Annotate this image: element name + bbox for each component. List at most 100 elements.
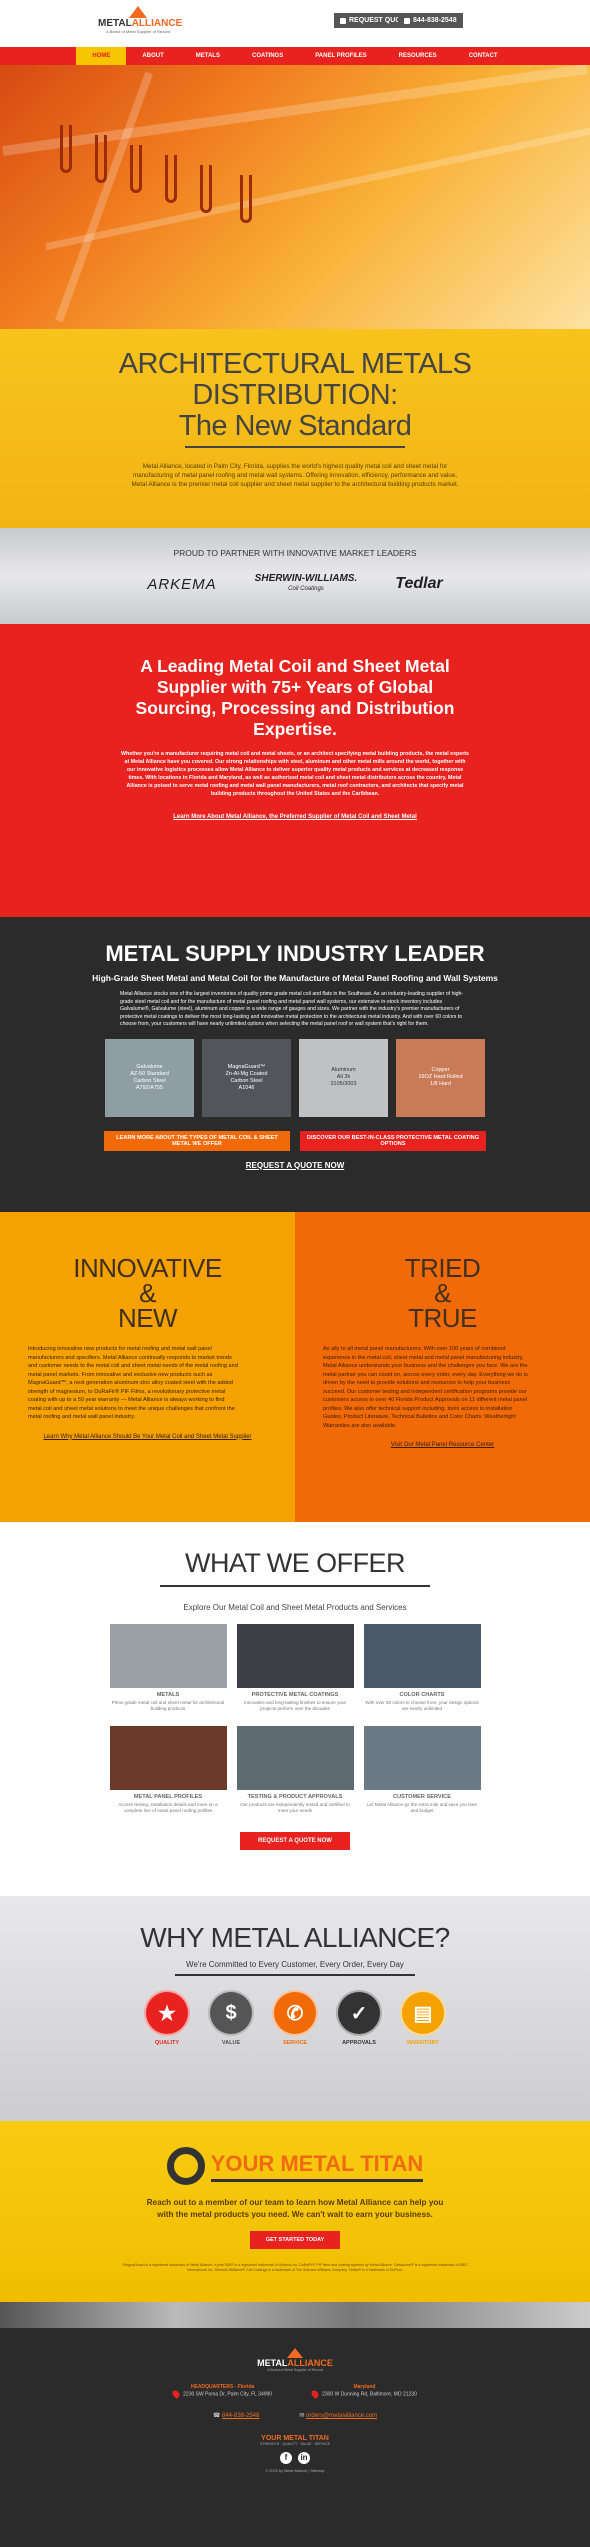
- footer-flame-icon: [287, 2348, 303, 2358]
- metal-swatch[interactable]: Aluminum All 3k 3105/3003: [299, 1038, 388, 1117]
- footer-phone[interactable]: ☎ 844-838-2548: [213, 2412, 260, 2419]
- metal-swatch[interactable]: MagnaGuard™ Zn-Al-Mg Coated Carbon Steel…: [202, 1038, 291, 1117]
- footer-logo[interactable]: METALALLIANCE: [0, 2358, 590, 2368]
- innovative-body: Introducing innovative new products for …: [28, 1346, 238, 1420]
- footer-email[interactable]: ✉ orders@metalalliance.com: [299, 2412, 377, 2419]
- nav-coatings[interactable]: COATINGS: [236, 47, 299, 65]
- intro-section: ARCHITECTURAL METALS DISTRIBUTION: The N…: [0, 329, 590, 528]
- offer-card[interactable]: CUSTOMER SERVICE Let Metal Alliance go th…: [363, 1726, 481, 1814]
- hook-icon: [200, 165, 212, 213]
- request-quote-link[interactable]: REQUEST A QUOTE NOW: [0, 1161, 590, 1170]
- document-icon: [340, 17, 346, 24]
- hero-beam: [45, 126, 590, 251]
- nav-about[interactable]: ABOUT: [126, 47, 179, 65]
- footer-titan: YOUR METAL TITAN: [261, 2435, 329, 2442]
- logo-flame-icon: [129, 6, 147, 18]
- partners-section: PROUD TO PARTNER WITH INNOVATIVE MARKET …: [0, 528, 590, 624]
- offer-card[interactable]: PROTECTIVE METAL COATINGS Innovative and …: [236, 1624, 354, 1712]
- hq-address[interactable]: HEADQUARTERS - Florida 2230 SW Poma Dr, …: [171, 2384, 272, 2399]
- phone-button[interactable]: 844-838-2548: [398, 13, 463, 28]
- partners-heading: PROUD TO PARTNER WITH INNOVATIVE MARKET …: [173, 548, 417, 558]
- offer-grid: METALS Prime grade metal coil and sheet m…: [0, 1624, 590, 1814]
- why-item-label: INVENTORY: [407, 2040, 439, 2046]
- hero-image: [0, 65, 590, 329]
- location-pin-icon: [171, 2389, 182, 2399]
- offer-card-desc: Our products are independently tested an…: [240, 1802, 350, 1813]
- offer-card[interactable]: COLOR CHARTS With over 60 colors to choos…: [363, 1624, 481, 1712]
- hook-icon: [165, 155, 177, 203]
- logo[interactable]: METALALLIANCE A Brand of Metal Supplier …: [98, 6, 182, 42]
- learn-more-link[interactable]: Learn More About Metal Alliance, the Pre…: [0, 814, 590, 820]
- footer-logo-accent: ALLIANCE: [287, 2358, 333, 2368]
- supply-body: Metal Alliance stocks one of the largest…: [120, 991, 464, 1027]
- logo-text-accent: ALLIANCE: [131, 18, 183, 29]
- md-address[interactable]: Maryland 2300 W Dunning Rd, Baltimore, M…: [310, 2384, 417, 2399]
- arkema-logo: ARKEMA: [147, 575, 217, 593]
- offer-card-title: TESTING & PRODUCT APPROVALS: [247, 1794, 343, 1800]
- offer-card[interactable]: METAL PANEL PROFILES Access testing, inst…: [109, 1726, 227, 1814]
- why-item: ▤ INVENTORY: [398, 1990, 448, 2046]
- why-section: WHY METAL ALLIANCE? We're Committed to E…: [0, 1896, 590, 2121]
- why-item-label: QUALITY: [154, 2040, 180, 2046]
- nav-contact[interactable]: CONTACT: [453, 47, 514, 65]
- innovative-title: INNOVATIVE & NEW: [73, 1253, 222, 1333]
- learn-metal-types-button[interactable]: LEARN MORE ABOUT THE TYPES OF METAL COIL…: [104, 1130, 290, 1151]
- metal-swatch[interactable]: Copper 16OZ Hard Rolled 1/8 Hard: [396, 1038, 485, 1117]
- nav-metals[interactable]: METALS: [180, 47, 236, 65]
- hook-icon: [95, 135, 107, 183]
- nav-resources[interactable]: RESOURCES: [383, 47, 453, 65]
- nav-panel-profiles[interactable]: PANEL PROFILES: [299, 47, 382, 65]
- sherwin-williams-logo: SHERWIN-WILLIAMS. Coil Coatings: [255, 574, 358, 594]
- offer-subtitle: Explore Our Metal Coil and Sheet Metal P…: [183, 1603, 407, 1612]
- tried-panel: TRIED & TRUE As ally to all metal panel …: [295, 1212, 590, 1522]
- intro-body: Metal Alliance, located in Palm City, Fl…: [131, 463, 459, 488]
- linkedin-icon[interactable]: in: [298, 2452, 310, 2464]
- innovative-panel: INNOVATIVE & NEW Introducing innovative …: [0, 1212, 295, 1522]
- metal-swatch[interactable]: Galvalume AZ-50 Standard Carbon Steel A7…: [105, 1038, 194, 1117]
- offer-quote-button[interactable]: REQUEST A QUOTE NOW: [240, 1832, 350, 1850]
- offer-card-desc: Let Metal Alliance go the extra mile and…: [367, 1802, 477, 1813]
- offer-image: [236, 1726, 354, 1790]
- copyright: © 2020 by Metal Alliance | Sitemap: [265, 2469, 325, 2473]
- why-subtitle: We're Committed to Every Customer, Every…: [186, 1960, 404, 1969]
- offer-card-desc: Prime grade metal coil and sheet metal f…: [111, 1700, 225, 1711]
- logo-text-main: METAL: [98, 18, 132, 29]
- offer-title: WHAT WE OFFER: [185, 1548, 406, 1578]
- titan-logo: YOUR METAL TITAN: [0, 2147, 590, 2185]
- sherwin-williams-sub: Coil Coatings: [288, 586, 324, 592]
- resource-center-link[interactable]: Visit Our Metal Panel Resource Center: [323, 1442, 562, 1448]
- why-item: $ VALUE: [206, 1990, 256, 2046]
- get-started-button[interactable]: GET STARTED TODAY: [249, 2231, 341, 2249]
- why-icons: ★ QUALITY $ VALUE ✆ SERVICE ✓ APPROVALS ▤ INVENTO…: [0, 1990, 590, 2046]
- offer-card-desc: Innovative and long-lasting finishes to …: [243, 1700, 347, 1711]
- hook-icon: [60, 125, 72, 173]
- hook-icon: [130, 145, 142, 193]
- site-footer: METALALLIANCE A Brand of Metal Supplier …: [0, 2328, 590, 2547]
- offer-card-title: METAL PANEL PROFILES: [133, 1794, 203, 1800]
- facebook-icon[interactable]: f: [280, 2452, 292, 2464]
- quality-icon: ★: [144, 1990, 190, 2036]
- site-header: METALALLIANCE A Brand of Metal Supplier …: [0, 0, 590, 47]
- discover-coatings-button[interactable]: DISCOVER OUR BEST-IN-CLASS PROTECTIVE ME…: [300, 1130, 486, 1151]
- inventory-icon: ▤: [400, 1990, 446, 2036]
- offer-image: [236, 1624, 354, 1688]
- offer-image: [363, 1726, 481, 1790]
- metal-swatches: Galvalume AZ-50 Standard Carbon Steel A7…: [0, 1038, 590, 1117]
- divider: [185, 446, 405, 448]
- why-metal-alliance-link[interactable]: Learn Why Metal Alliance Should Be Your …: [28, 1434, 267, 1440]
- why-item-label: SERVICE: [282, 2040, 308, 2046]
- offer-card-desc: Access testing, installation details and…: [118, 1802, 218, 1813]
- offer-card[interactable]: TESTING & PRODUCT APPROVALS Our products …: [236, 1726, 354, 1814]
- offer-card[interactable]: METALS Prime grade metal coil and sheet m…: [109, 1624, 227, 1712]
- footer-email-text: orders@metalalliance.com: [306, 2413, 378, 2419]
- footer-titan-sub: STRENGTH · QUALITY · VALUE · SERVICE: [259, 2442, 330, 2446]
- phone-label: 844-838-2548: [413, 17, 457, 24]
- intro-title-line1: ARCHITECTURAL METALS: [118, 348, 472, 380]
- intro-title: ARCHITECTURAL METALS DISTRIBUTION: The N…: [0, 349, 590, 442]
- why-item: ★ QUALITY: [142, 1990, 192, 2046]
- titan-section: YOUR METAL TITAN Reach out to a member o…: [0, 2121, 590, 2302]
- innovative-tried-section: INNOVATIVE & NEW Introducing innovative …: [0, 1212, 590, 1522]
- offer-image: [109, 1624, 227, 1688]
- nav-home[interactable]: HOME: [76, 47, 127, 65]
- offer-card-desc: With over 60 colors to choose from, your…: [365, 1700, 479, 1711]
